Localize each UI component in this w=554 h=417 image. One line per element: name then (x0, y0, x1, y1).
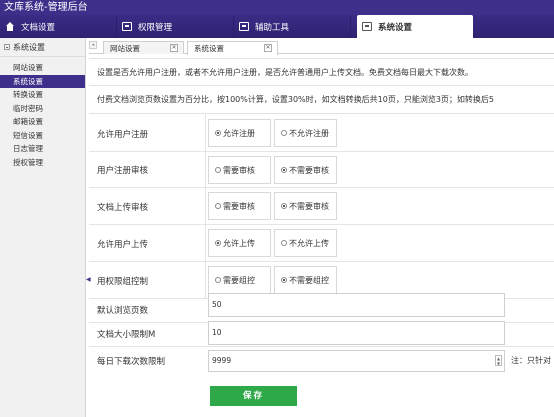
nav-tab-label: 文档设置 (21, 22, 56, 33)
close-icon[interactable]: ✕ (170, 44, 178, 52)
tab-label: 系统设置 (194, 44, 224, 53)
setting-label: 每日下载次数限制 (97, 357, 166, 367)
settings-form: 设置是否允许用户注册，或者不允许用户注册，是否允许普通用户上传文档。免费文档每日… (89, 55, 554, 417)
radio-label: 不需要组控 (289, 275, 329, 285)
setting-row-allow-register: 允许用户注册 允许注册 不允许注册 (89, 114, 554, 152)
radio-label: 需要审核 (223, 165, 255, 175)
daily-download-note: 注：只针对 (511, 356, 551, 365)
tab-scroll-left-icon[interactable]: ◂ (89, 41, 97, 49)
sidebar-item-site-settings[interactable]: 网站设置 (0, 61, 85, 75)
sidebar-item-conversion-settings[interactable]: 转换设置 (0, 88, 85, 102)
tools-icon (239, 22, 249, 31)
radio-allow-upload[interactable]: 允许上传 (208, 229, 271, 257)
sidebar-header[interactable]: 系统设置 (0, 38, 85, 57)
radio-need-group-control[interactable]: 需要组控 (208, 266, 271, 294)
home-icon (5, 22, 15, 31)
content-tab-bar: ◂ 网站设置 ✕ 系统设置 ✕ (89, 38, 554, 55)
radio-label: 需要审核 (223, 201, 255, 211)
setting-row-daily-download: 每日下载次数限制 9999 ▲ ▼ 注：只针对 (89, 347, 554, 375)
setting-label: 用户注册审核 (97, 166, 149, 176)
setting-label: 允许用户上传 (97, 240, 149, 250)
radio-disallow-register[interactable]: 不允许注册 (274, 119, 337, 147)
notice-line: 设置是否允许用户注册，或者不允许用户注册，是否允许普通用户上传文档。免费文档每日… (89, 58, 554, 86)
setting-row-default-pages: 默认浏览页数 50 (89, 293, 554, 323)
nav-tab-tools[interactable]: 辅助工具 (234, 15, 351, 38)
setting-row-allow-upload: 允许用户上传 允许上传 不允许上传 (89, 225, 554, 262)
radio-unchecked-icon (215, 203, 221, 209)
radio-label: 不允许上传 (289, 238, 329, 248)
setting-label: 文档大小限制M (97, 330, 156, 340)
app-title-bar: 文库系统-管理后台 (0, 0, 554, 15)
sidebar-header-label: 系统设置 (13, 42, 45, 52)
radio-need-review[interactable]: 需要审核 (208, 156, 271, 184)
nav-tab-label: 辅助工具 (255, 22, 290, 33)
nav-tab-label: 权限管理 (138, 22, 173, 33)
tab-site-settings[interactable]: 网站设置 ✕ (103, 41, 184, 54)
radio-checked-icon (215, 130, 221, 136)
radio-label: 允许上传 (223, 238, 255, 248)
radio-label: 不需要审核 (289, 165, 329, 175)
close-icon[interactable]: ✕ (264, 44, 272, 52)
settings-icon (362, 22, 372, 31)
tab-label: 网站设置 (110, 43, 140, 53)
notice-line: 付费文档浏览页数设置为百分比，按100%计算，设置30%时，如文档转换后共10页… (89, 86, 554, 114)
app-title: 文库系统-管理后台 (4, 2, 88, 13)
setting-label: 文档上传审核 (97, 203, 149, 213)
setting-row-upload-review: 文档上传审核 需要审核 不需要审核 (89, 188, 554, 225)
sidebar-item-email-settings[interactable]: 邮箱设置 (0, 115, 85, 129)
radio-disallow-upload[interactable]: 不允许上传 (274, 229, 337, 257)
nav-tab-system-settings[interactable]: 系统设置 (357, 15, 473, 38)
sidebar-item-log-management[interactable]: 日志管理 (0, 142, 85, 156)
radio-label: 不需要审核 (289, 201, 329, 211)
collapse-icon (4, 44, 10, 50)
sidebar-item-license-management[interactable]: 授权管理 (0, 156, 85, 170)
setting-row-size-limit: 文档大小限制M 10 (89, 321, 554, 347)
radio-checked-icon (281, 203, 287, 209)
main-nav: 文档设置 权限管理 辅助工具 系统设置 (0, 15, 554, 38)
radio-checked-icon (281, 167, 287, 173)
setting-row-register-review: 用户注册审核 需要审核 不需要审核 (89, 152, 554, 188)
daily-download-input[interactable]: 9999 ▲ ▼ (208, 350, 505, 372)
sidebar: 系统设置 网站设置 系统设置 转换设置 临时密码 邮箱设置 短信设置 日志管理 … (0, 38, 86, 417)
users-icon (122, 22, 132, 31)
daily-download-value: 9999 (212, 356, 232, 365)
radio-no-review[interactable]: 不需要审核 (274, 156, 337, 184)
radio-unchecked-icon (281, 240, 287, 246)
radio-upload-no-review[interactable]: 不需要审核 (274, 192, 337, 220)
nav-tab-label: 系统设置 (378, 22, 413, 33)
radio-unchecked-icon (215, 277, 221, 283)
save-button[interactable]: 保存 (210, 386, 297, 406)
radio-label: 不允许注册 (289, 128, 329, 138)
setting-label: 默认浏览页数 (97, 306, 149, 316)
radio-no-group-control[interactable]: 不需要组控 (274, 266, 337, 294)
radio-checked-icon (215, 240, 221, 246)
sidebar-item-temp-password[interactable]: 临时密码 (0, 102, 85, 116)
radio-upload-need-review[interactable]: 需要审核 (208, 192, 271, 220)
radio-label: 允许注册 (223, 128, 255, 138)
nav-tab-document-settings[interactable]: 文档设置 (0, 15, 117, 38)
radio-label: 需要组控 (223, 275, 255, 285)
nav-tab-permissions[interactable]: 权限管理 (117, 15, 234, 38)
tab-system-settings[interactable]: 系统设置 ✕ (187, 41, 278, 55)
radio-unchecked-icon (281, 130, 287, 136)
spinner-icon[interactable]: ▲ ▼ (495, 355, 502, 366)
setting-label: 用权限组控制 (97, 277, 149, 287)
sidebar-item-system-settings[interactable]: 系统设置 (0, 74, 85, 88)
radio-unchecked-icon (215, 167, 221, 173)
setting-label: 允许用户注册 (97, 130, 149, 140)
size-limit-input[interactable]: 10 (208, 321, 505, 345)
default-pages-input[interactable]: 50 (208, 293, 505, 317)
sidebar-item-sms-settings[interactable]: 短信设置 (0, 129, 85, 143)
radio-allow-register[interactable]: 允许注册 (208, 119, 271, 147)
radio-checked-icon (281, 277, 287, 283)
